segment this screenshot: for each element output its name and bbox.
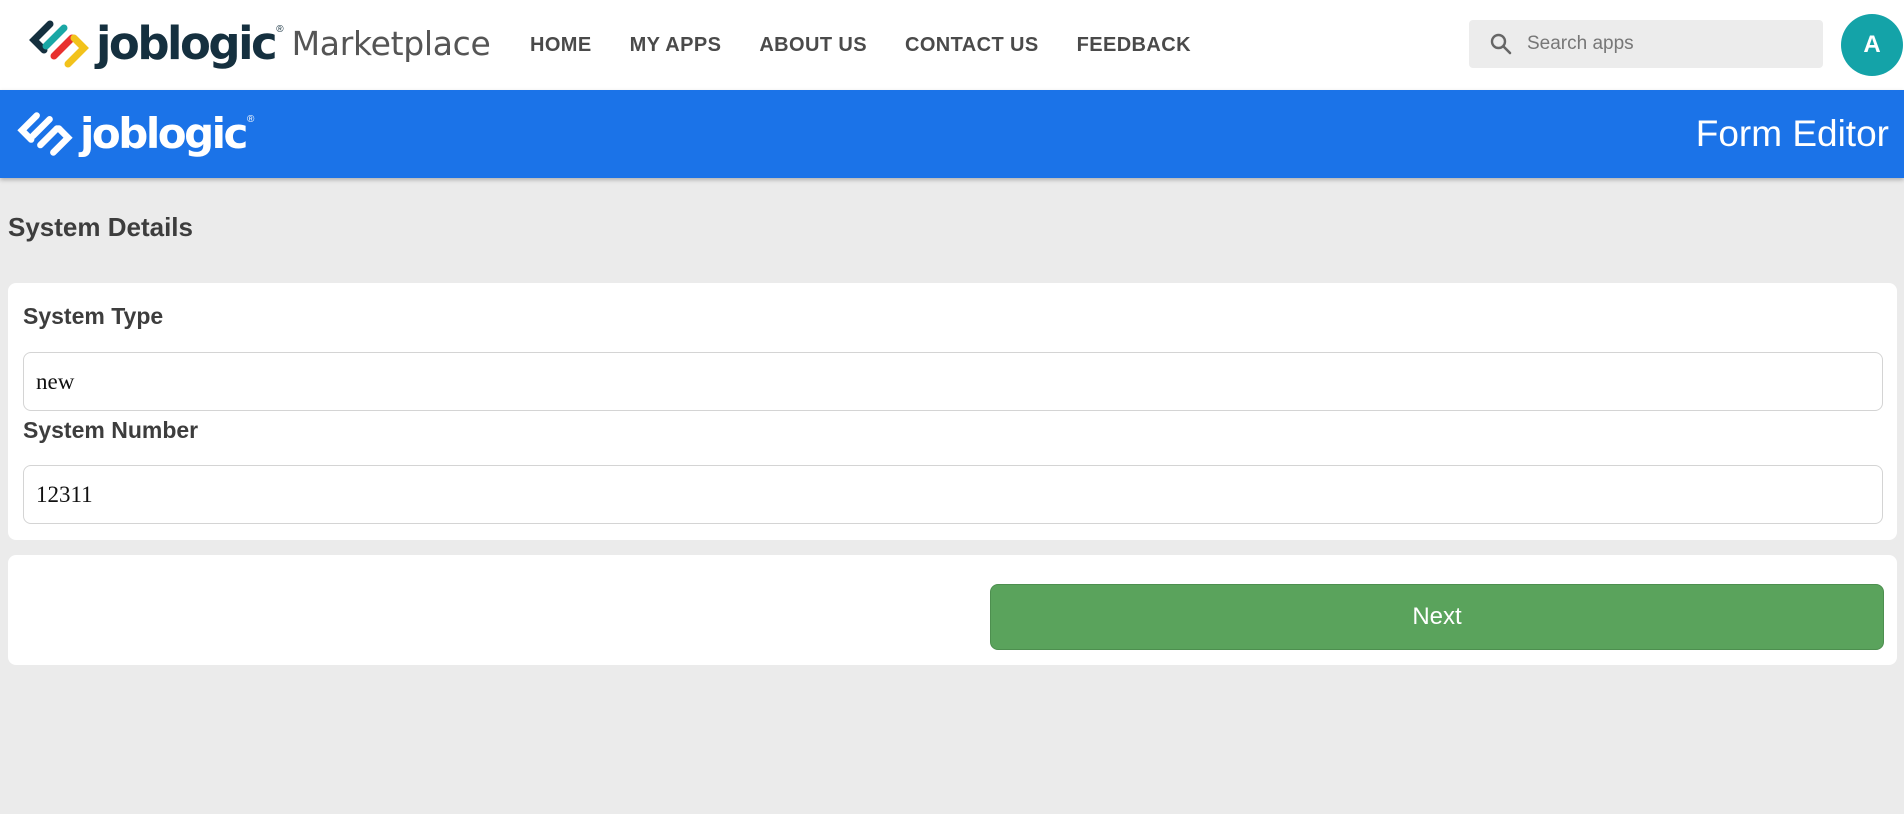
brand-wordmark: joblogic: [96, 17, 278, 70]
fields-card: System Type System Number: [8, 283, 1897, 540]
user-avatar[interactable]: A: [1841, 14, 1903, 76]
joblogic-logo-icon: [29, 20, 89, 68]
registered-mark: ®: [276, 24, 284, 35]
nav-feedback[interactable]: FEEDBACK: [1077, 34, 1191, 57]
nav-about-us[interactable]: ABOUT US: [759, 34, 867, 57]
search-input[interactable]: [1527, 33, 1807, 55]
search-icon: [1490, 33, 1512, 55]
system-number-input[interactable]: [23, 465, 1883, 524]
nav-contact-us[interactable]: CONTACT US: [905, 34, 1039, 57]
joblogic-logo-icon: [17, 112, 73, 156]
next-button[interactable]: Next: [990, 584, 1884, 650]
system-number-label: System Number: [23, 417, 199, 443]
registered-mark: ®: [246, 114, 255, 125]
page-title: Form Editor: [1695, 113, 1889, 154]
nav-my-apps[interactable]: MY APPS: [630, 34, 722, 57]
section-title: System Details: [8, 212, 193, 242]
app-logo: joblogic ®: [16, 110, 254, 158]
main-nav: HOME MY APPS ABOUT US CONTACT US FEEDBAC…: [530, 0, 1229, 90]
actions-card: Next: [8, 555, 1897, 665]
system-type-input[interactable]: [23, 352, 1883, 411]
marketplace-logo[interactable]: joblogic ® Marketplace: [28, 18, 491, 70]
app-header: joblogic ® Form Editor: [0, 90, 1904, 178]
system-type-label: System Type: [23, 303, 164, 329]
app-wordmark: joblogic: [80, 109, 248, 158]
marketplace-label: Marketplace: [291, 24, 491, 63]
search-box[interactable]: [1469, 20, 1823, 68]
marketplace-header: joblogic ® Marketplace HOME MY APPS ABOU…: [0, 0, 1904, 90]
nav-home[interactable]: HOME: [530, 34, 592, 57]
